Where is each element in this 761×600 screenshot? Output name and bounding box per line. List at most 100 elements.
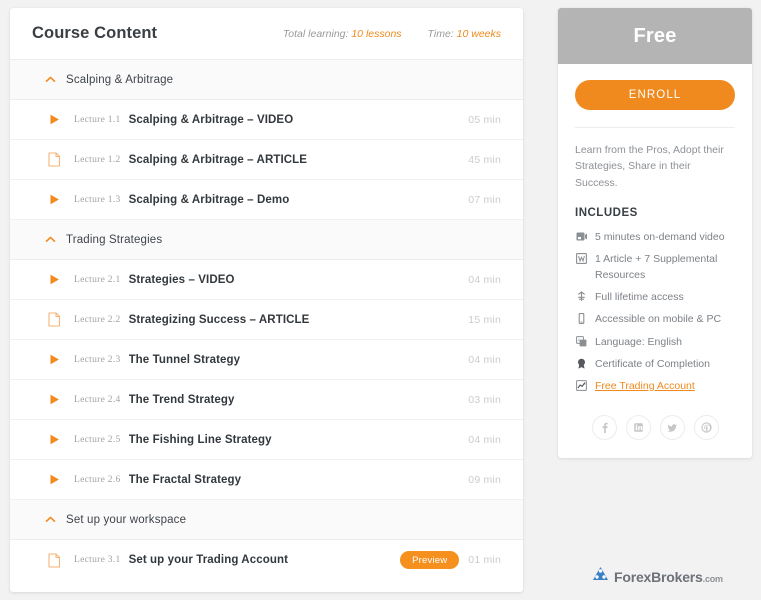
course-section-header[interactable]: Set up your workspace <box>10 500 523 540</box>
lecture-duration: 15 min <box>468 314 501 326</box>
meta-time-value: 10 weeks <box>457 28 501 40</box>
includes-item: Accessible on mobile & PC <box>575 312 735 328</box>
lecture-title: Set up your Trading Account <box>129 554 401 566</box>
meta-time: Time: 10 weeks <box>428 28 501 40</box>
lecture-row-right: 04 min <box>468 354 501 366</box>
includes-item-label: Language: English <box>595 335 682 351</box>
facebook-icon[interactable] <box>592 415 617 440</box>
document-icon <box>48 553 64 568</box>
lecture-row-right: 05 min <box>468 114 501 126</box>
meta-time-label: Time: <box>428 28 454 40</box>
lecture-title: Scalping & Arbitrage – VIDEO <box>129 114 469 126</box>
lecture-row-right: 09 min <box>468 474 501 486</box>
lecture-title: The Fractal Strategy <box>129 474 469 486</box>
lecture-title: Scalping & Arbitrage – Demo <box>129 194 469 206</box>
lecture-number: Lecture 1.1 <box>74 115 121 125</box>
lecture-number: Lecture 2.1 <box>74 275 121 285</box>
language-icon: A <box>575 335 588 347</box>
lecture-row[interactable]: Lecture 2.6 The Fractal Strategy09 min <box>10 460 523 500</box>
preview-badge[interactable]: Preview <box>400 551 459 569</box>
lecture-row-right: 03 min <box>468 394 501 406</box>
includes-item: A Language: English <box>575 335 735 351</box>
watermark-domain: .com <box>703 574 723 584</box>
course-description: Learn from the Pros, Adopt their Strateg… <box>575 142 735 191</box>
divider <box>575 127 735 128</box>
lecture-number: Lecture 1.3 <box>74 195 121 205</box>
meta-total-learning: Total learning: 10 lessons <box>283 28 402 40</box>
lecture-row[interactable]: Lecture 2.5The Fishing Line Strategy04 m… <box>10 420 523 460</box>
lecture-row[interactable]: Lecture 1.1 Scalping & Arbitrage – VIDEO0… <box>10 100 523 140</box>
chevron-up-icon[interactable] <box>44 73 57 86</box>
lecture-row-right: 04 min <box>468 434 501 446</box>
play-icon <box>48 113 64 126</box>
lecture-duration: 45 min <box>468 154 501 166</box>
lecture-number: Lecture 2.6 <box>74 475 121 485</box>
course-section-title: Scalping & Arbitrage <box>66 74 173 86</box>
play-icon <box>48 193 64 206</box>
includes-item-label: Accessible on mobile & PC <box>595 312 721 328</box>
course-content-header: Course Content Total learning: 10 lesson… <box>10 8 523 60</box>
lecture-number: Lecture 2.5 <box>74 435 121 445</box>
lecture-duration: 04 min <box>468 354 501 366</box>
lecture-row-right: 15 min <box>468 314 501 326</box>
play-icon <box>48 473 64 486</box>
lecture-title: The Tunnel Strategy <box>129 354 469 366</box>
twitter-icon[interactable] <box>660 415 685 440</box>
certificate-icon <box>575 357 588 369</box>
lecture-row[interactable]: Lecture 1.3 Scalping & Arbitrage – Demo07… <box>10 180 523 220</box>
page-root: Course Content Total learning: 10 lesson… <box>0 0 761 600</box>
course-section-header[interactable]: Trading Strategies <box>10 220 523 260</box>
lecture-row-right: 45 min <box>468 154 501 166</box>
infinity-icon <box>575 290 588 302</box>
includes-heading: INCLUDES <box>575 207 735 219</box>
lecture-row[interactable]: Lecture 1.2Scalping & Arbitrage – ARTICL… <box>10 140 523 180</box>
includes-list: 5 minutes on-demand video1 Article + 7 S… <box>575 230 735 395</box>
video-icon <box>575 230 588 242</box>
includes-item-label: 1 Article + 7 Supplemental Resources <box>595 252 735 284</box>
play-icon <box>48 353 64 366</box>
enroll-button[interactable]: ENROLL <box>575 80 735 110</box>
watermark: ForexBrokers.com <box>592 566 723 587</box>
course-section-title: Set up your workspace <box>66 514 186 526</box>
social-share-group <box>575 415 735 440</box>
lecture-row[interactable]: Lecture 2.2 Strategizing Success – ARTICL… <box>10 300 523 340</box>
includes-item: 1 Article + 7 Supplemental Resources <box>575 252 735 284</box>
price-value: Free <box>633 25 676 48</box>
watermark-name: ForexBrokers <box>614 569 703 585</box>
lecture-title: Scalping & Arbitrage – ARTICLE <box>129 154 469 166</box>
play-icon <box>48 393 64 406</box>
includes-item: Full lifetime access <box>575 290 735 306</box>
lecture-duration: 04 min <box>468 274 501 286</box>
meta-total-learning-value: 10 lessons <box>351 28 401 40</box>
lecture-title: The Trend Strategy <box>129 394 469 406</box>
lecture-row[interactable]: Lecture 3.1Set up your Trading AccountPr… <box>10 540 523 580</box>
meta-total-learning-label: Total learning: <box>283 28 349 40</box>
course-section-title: Trading Strategies <box>66 234 162 246</box>
mobile-icon <box>575 312 588 324</box>
pinterest-icon[interactable] <box>694 415 719 440</box>
lecture-title: Strategizing Success – ARTICLE <box>129 314 469 326</box>
enrollment-card: Free ENROLL Learn from the Pros, Adopt t… <box>558 8 752 458</box>
document-icon <box>48 312 64 327</box>
chevron-up-icon[interactable] <box>44 513 57 526</box>
course-meta-group: Total learning: 10 lessons Time: 10 week… <box>283 28 501 40</box>
lecture-row-right: 07 min <box>468 194 501 206</box>
article-icon <box>575 252 588 264</box>
lecture-row[interactable]: Lecture 2.4 The Trend Strategy03 min <box>10 380 523 420</box>
lecture-row[interactable]: Lecture 2.1Strategies – VIDEO04 min <box>10 260 523 300</box>
lecture-number: Lecture 2.2 <box>74 315 121 325</box>
document-icon <box>48 152 64 167</box>
includes-item-label[interactable]: Free Trading Account <box>595 379 695 395</box>
lecture-number: Lecture 2.3 <box>74 355 121 365</box>
lecture-duration: 04 min <box>468 434 501 446</box>
course-section-header[interactable]: Scalping & Arbitrage <box>10 60 523 100</box>
lecture-row-right: Preview01 min <box>400 551 501 569</box>
linkedin-icon[interactable] <box>626 415 651 440</box>
lecture-row[interactable]: Lecture 2.3 The Tunnel Strategy04 min <box>10 340 523 380</box>
includes-item[interactable]: Free Trading Account <box>575 379 735 395</box>
price-header: Free <box>558 8 752 64</box>
lecture-row-right: 04 min <box>468 274 501 286</box>
chevron-up-icon[interactable] <box>44 233 57 246</box>
lecture-number: Lecture 2.4 <box>74 395 121 405</box>
includes-item-label: Full lifetime access <box>595 290 684 306</box>
